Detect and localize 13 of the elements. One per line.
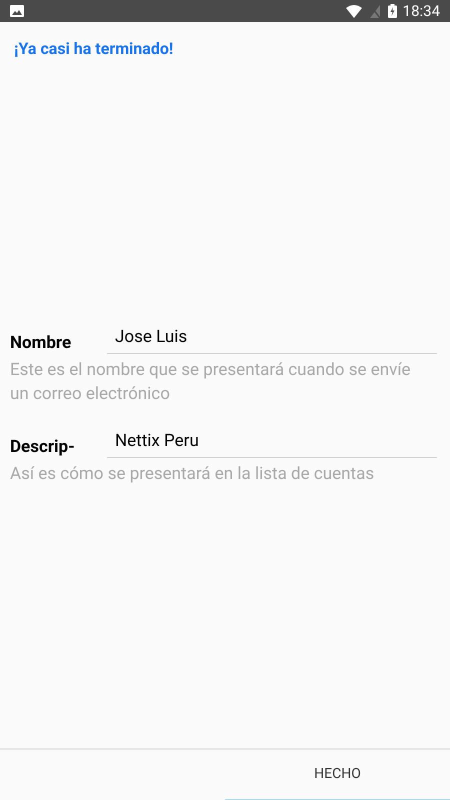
field-label: Nombre xyxy=(10,332,72,354)
text-field[interactable]: Jose Luis xyxy=(107,324,437,354)
page-title: ¡Ya casi ha terminado! xyxy=(14,38,174,60)
field-label: Descrip- xyxy=(10,436,76,458)
field-help-text: Este es el nombre que se presentará cuando se envíe un correo electrónico xyxy=(9,359,412,406)
battery-icon xyxy=(388,4,397,18)
field-help-text: Así es cómo se presentará en la lista de cuentas xyxy=(9,463,376,486)
done-button[interactable]: HECHO xyxy=(225,750,450,800)
no-signal-icon xyxy=(370,4,380,18)
clock: 18:34 xyxy=(402,0,440,22)
image-icon xyxy=(10,5,24,17)
text-field[interactable]: Nettix Peru xyxy=(107,428,437,458)
wifi-icon xyxy=(346,4,362,18)
